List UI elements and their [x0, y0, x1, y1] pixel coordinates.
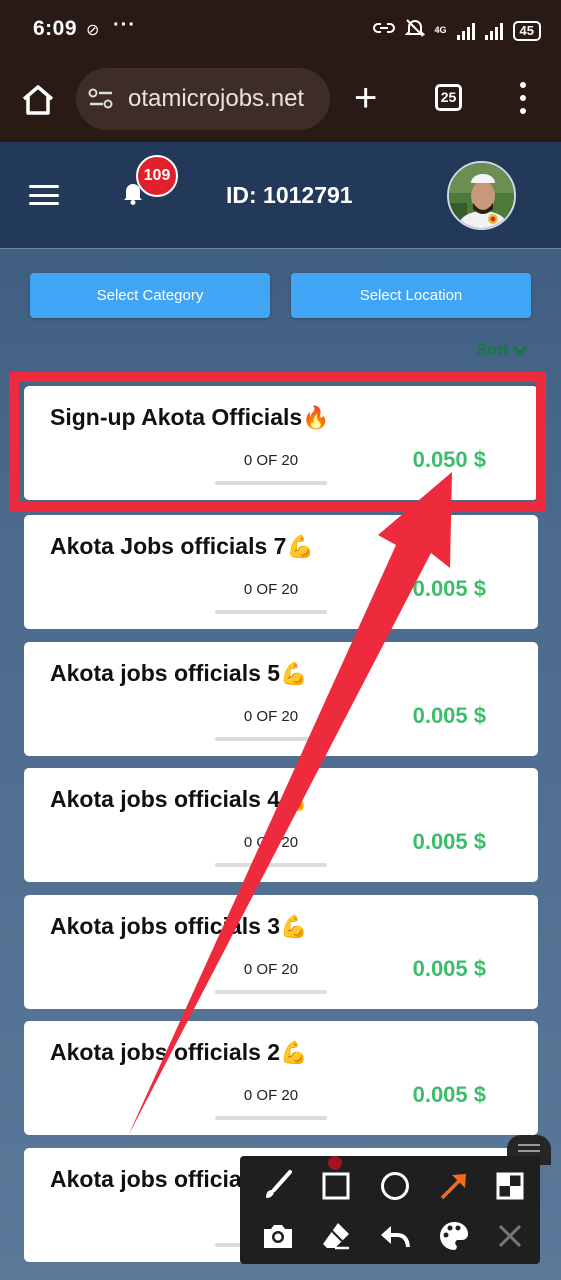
eraser-icon[interactable] — [318, 1218, 354, 1254]
color-indicator-dot — [328, 1156, 342, 1170]
mosaic-icon[interactable] — [492, 1168, 528, 1204]
close-icon[interactable] — [492, 1218, 528, 1254]
drawing-toolbar — [240, 1156, 540, 1264]
circle-icon[interactable] — [377, 1168, 413, 1204]
palette-icon[interactable] — [436, 1218, 472, 1254]
arrow-annotation — [128, 472, 452, 1136]
rectangle-icon[interactable] — [318, 1168, 354, 1204]
arrow-icon[interactable] — [436, 1168, 472, 1204]
brush-icon[interactable] — [260, 1168, 296, 1204]
undo-icon[interactable] — [377, 1218, 413, 1254]
camera-icon[interactable] — [260, 1218, 296, 1254]
